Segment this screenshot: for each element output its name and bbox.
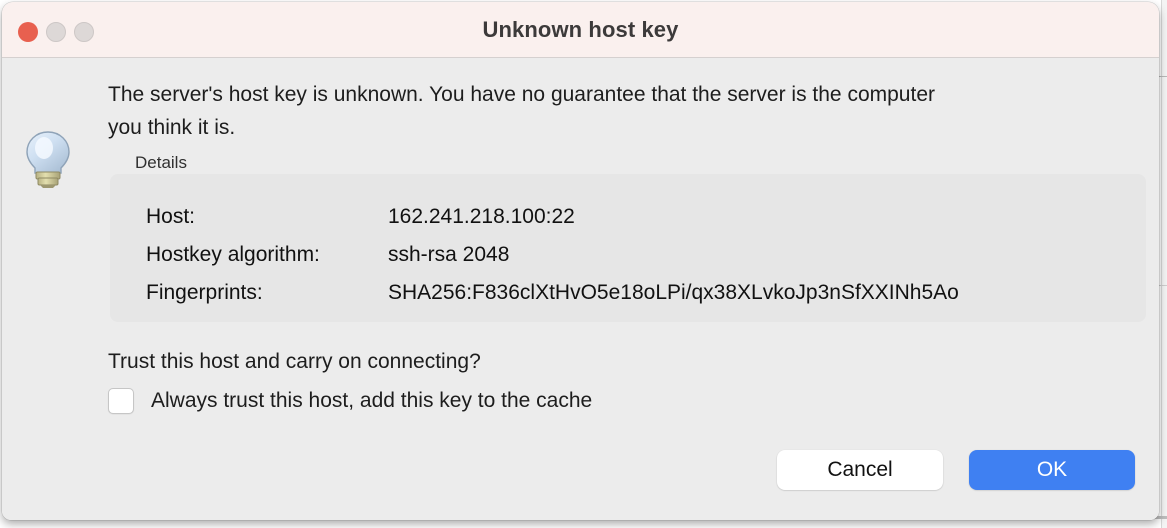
- detail-row-hostkey-algorithm: Hostkey algorithm: ssh-rsa 2048: [146, 236, 1146, 274]
- detail-key: Fingerprints:: [146, 281, 263, 304]
- always-trust-checkbox-row[interactable]: Always trust this host, add this key to …: [108, 388, 592, 414]
- detail-row-fingerprints: Fingerprints: SHA256:F836clXtHvO5e18oLPi…: [146, 274, 1146, 312]
- details-label: Details: [135, 153, 187, 172]
- trust-question: Trust this host and carry on connecting?: [108, 350, 481, 373]
- detail-value: ssh-rsa 2048: [388, 243, 510, 266]
- detail-value: SHA256:F836clXtHvO5e18oLPi/qx38XLvkoJp3n…: [388, 281, 959, 304]
- dialog-body: The server's host key is unknown. You ha…: [2, 58, 1159, 520]
- background-window-edge: [1161, 0, 1167, 528]
- dialog-actions: Cancel OK: [777, 450, 1135, 490]
- window-title: Unknown host key: [482, 17, 679, 42]
- always-trust-checkbox-label: Always trust this host, add this key to …: [151, 389, 593, 412]
- dialog-titlebar[interactable]: Unknown host key: [2, 2, 1159, 58]
- warning-message: The server's host key is unknown. You ha…: [108, 83, 935, 139]
- detail-row-host: Host: 162.241.218.100:22: [146, 198, 1146, 236]
- always-trust-checkbox[interactable]: [108, 388, 134, 414]
- detail-value: 162.241.218.100:22: [388, 205, 575, 228]
- detail-key: Hostkey algorithm:: [146, 243, 320, 266]
- cancel-button[interactable]: Cancel: [777, 450, 943, 490]
- details-panel: Host: 162.241.218.100:22 Hostkey algorit…: [110, 174, 1146, 322]
- unknown-host-key-dialog: Unknown host key The server's host key i…: [2, 2, 1159, 520]
- ok-button[interactable]: OK: [969, 450, 1135, 490]
- detail-key: Host:: [146, 205, 196, 228]
- lightbulb-icon: [20, 128, 76, 188]
